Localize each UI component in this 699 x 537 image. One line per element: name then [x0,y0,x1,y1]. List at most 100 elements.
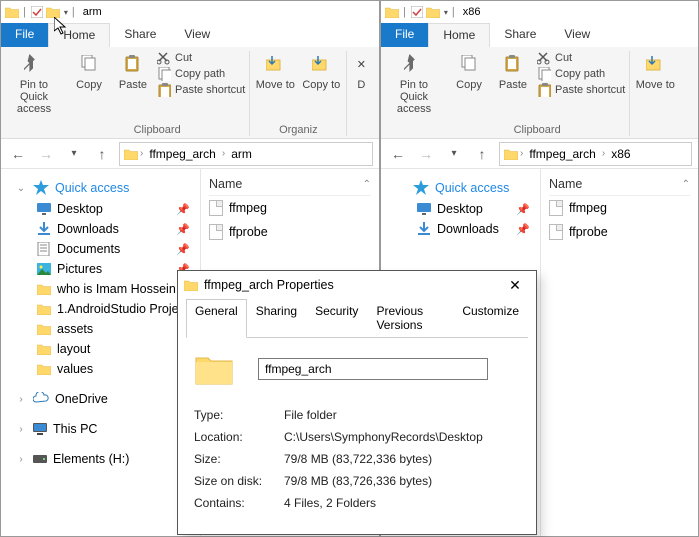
copy-path-icon [537,67,551,81]
check-icon[interactable] [30,5,44,19]
tab-customize[interactable]: Customize [453,299,528,337]
titlebar[interactable]: | ▾ | arm [1,1,379,23]
breadcrumb[interactable]: ffmpeg_arch [145,145,220,163]
collapse-icon[interactable]: ⌄ [15,183,27,194]
tab-share[interactable]: Share [110,23,170,47]
sort-icon[interactable]: ⌃ [682,179,690,190]
move-to-button[interactable]: Move to [254,51,296,91]
tab-general[interactable]: General [186,299,247,338]
tab-home[interactable]: Home [48,23,110,47]
cut-label: Cut [175,52,192,64]
list-item[interactable]: ffprobe [549,220,690,244]
folder-icon [426,5,440,19]
nav-onedrive[interactable]: › OneDrive [1,389,200,409]
copy-path-button[interactable]: Copy path [537,67,625,81]
pin-to-quick-access-button[interactable]: Pin to Quick access [7,51,61,115]
tab-view[interactable]: View [170,23,224,47]
delete-button[interactable]: ✕ D [351,51,371,91]
list-item[interactable]: ffmpeg [549,196,690,220]
breadcrumb[interactable]: ffmpeg_arch [525,145,600,163]
file-list[interactable]: Name ⌃ ffmpeg ffprobe [541,169,698,536]
copy-path-label: Copy path [175,68,225,80]
expand-icon[interactable]: › [15,394,27,405]
pin-icon: 📌 [516,203,530,216]
onedrive-icon [33,392,49,406]
file-menu[interactable]: File [1,23,48,47]
tab-sharing[interactable]: Sharing [247,299,306,337]
nav-quick-access[interactable]: Quick access [381,177,540,199]
file-name: ffmpeg [569,201,607,215]
titlebar-divider: | [403,6,406,18]
paste-button[interactable]: Paste [113,51,153,91]
nav-documents[interactable]: Documents📌 [1,239,200,259]
up-button[interactable]: ↑ [91,143,113,165]
nav-desktop[interactable]: Desktop📌 [1,199,200,219]
copy-path-button[interactable]: Copy path [157,67,245,81]
move-to-button[interactable]: Move to [634,51,676,91]
nav-this-pc[interactable]: ›This PC [1,419,200,439]
forward-button[interactable]: → [415,143,437,165]
nav-item-label: 1.AndroidStudio Proje [57,302,179,316]
breadcrumb[interactable]: arm [227,145,256,163]
back-button[interactable]: ← [387,143,409,165]
nav-downloads[interactable]: Downloads📌 [1,219,200,239]
tab-security[interactable]: Security [306,299,367,337]
nav-folder[interactable]: values [1,359,200,379]
copy-button[interactable]: Copy [449,51,489,91]
nav-downloads[interactable]: Downloads📌 [381,219,540,239]
cut-button[interactable]: Cut [537,51,625,65]
properties-titlebar[interactable]: ffmpeg_arch Properties ✕ [178,271,536,299]
copy-path-icon [157,67,171,81]
clipboard-group-label: Clipboard [514,124,561,136]
nav-drive[interactable]: ›Elements (H:) [1,449,200,469]
check-icon[interactable] [410,5,424,19]
address-box[interactable]: › ffmpeg_arch › x86 [499,142,692,166]
expand-icon[interactable]: › [15,454,27,465]
cut-button[interactable]: Cut [157,51,245,65]
nav-desktop[interactable]: Desktop📌 [381,199,540,219]
move-to-label: Move to [636,79,675,91]
nav-quick-access[interactable]: ⌄ Quick access [1,177,200,199]
desktop-icon [417,202,431,216]
pin-icon: 📌 [176,203,190,216]
address-box[interactable]: › ffmpeg_arch › arm [119,142,373,166]
folder-name-input[interactable] [258,358,488,380]
nav-folder[interactable]: layout [1,339,200,359]
qatoggle-icon[interactable]: ▾ [444,8,448,17]
expand-icon[interactable]: › [15,424,27,435]
close-button[interactable]: ✕ [500,274,530,296]
tab-home[interactable]: Home [428,23,490,47]
column-name[interactable]: Name [209,177,242,191]
column-name[interactable]: Name [549,177,582,191]
back-button[interactable]: ← [7,143,29,165]
sort-icon[interactable]: ⌃ [363,179,371,190]
qatoggle-icon[interactable]: ▾ [64,8,68,17]
paste-shortcut-button[interactable]: Paste shortcut [537,83,625,97]
tab-share[interactable]: Share [490,23,550,47]
nav-pictures[interactable]: Pictures📌 [1,259,200,279]
up-button[interactable]: ↑ [471,143,493,165]
copy-button[interactable]: Copy [69,51,109,91]
paste-shortcut-button[interactable]: Paste shortcut [157,83,245,97]
nav-folder[interactable]: 1.AndroidStudio Proje [1,299,200,319]
tab-view[interactable]: View [550,23,604,47]
paste-button[interactable]: Paste [493,51,533,91]
list-item[interactable]: ffmpeg [209,196,371,220]
list-item[interactable]: ffprobe [209,220,371,244]
breadcrumb[interactable]: x86 [607,145,634,163]
nav-item-label: OneDrive [55,392,108,406]
titlebar[interactable]: | ▾ | x86 [381,1,698,23]
nav-folder[interactable]: who is Imam Hossein [1,279,200,299]
forward-button[interactable]: → [35,143,57,165]
copy-to-button[interactable]: Copy to [300,51,342,91]
tab-previous-versions[interactable]: Previous Versions [367,299,453,337]
pin-to-quick-access-button[interactable]: Pin to Quick access [387,51,441,115]
properties-title: ffmpeg_arch Properties [204,278,334,292]
nav-item-label: layout [57,342,90,356]
nav-folder[interactable]: assets [1,319,200,339]
file-menu[interactable]: File [381,23,428,47]
paste-shortcut-icon [157,83,171,97]
recent-dropdown[interactable]: ▾ [443,143,465,165]
recent-dropdown[interactable]: ▾ [63,143,85,165]
pin-icon [21,51,47,77]
